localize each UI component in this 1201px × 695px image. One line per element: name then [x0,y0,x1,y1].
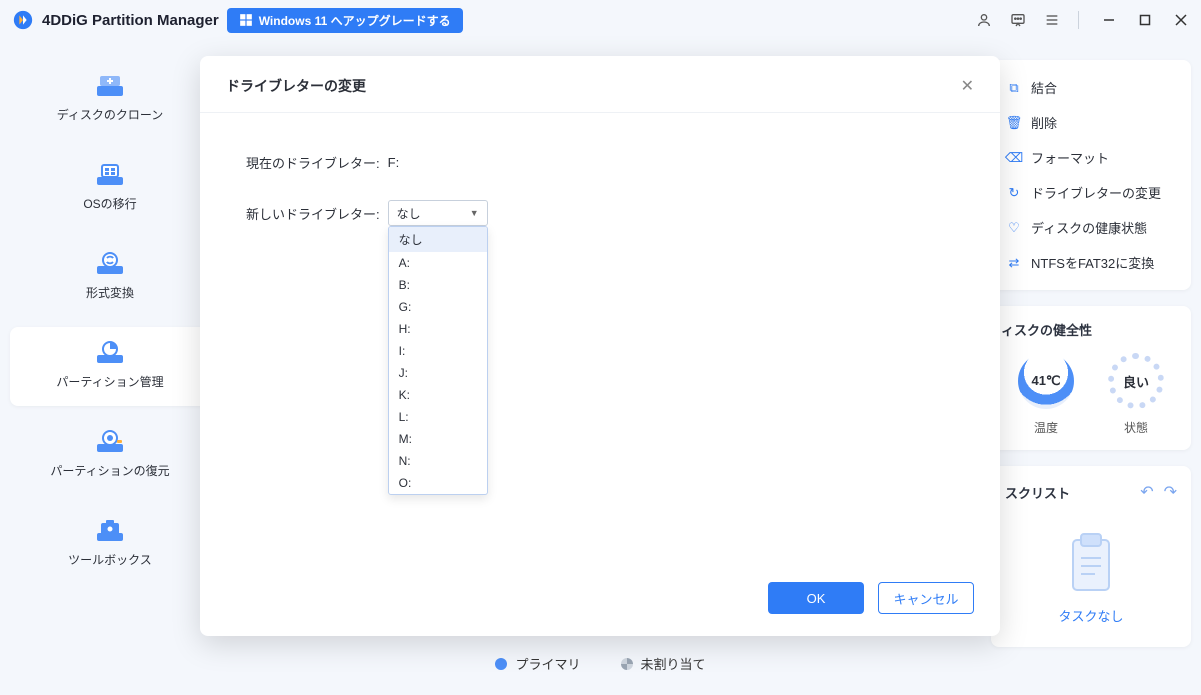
change-drive-letter-dialog: ドライブレターの変更 ✕ 現在のドライブレター: F: 新しいドライブレター: … [200,56,1000,636]
dropdown-option[interactable]: J: [389,362,487,384]
dialog-title: ドライブレターの変更 [226,76,961,96]
dropdown-option[interactable]: B: [389,274,487,296]
dropdown-option[interactable]: I: [389,340,487,362]
cancel-button[interactable]: キャンセル [878,582,974,614]
select-value: なし [397,205,421,222]
dropdown-option[interactable]: G: [389,296,487,318]
dropdown-option[interactable]: M: [389,428,487,450]
dropdown-option[interactable]: A: [389,252,487,274]
chevron-down-icon: ▼ [470,208,479,218]
drive-letter-dropdown: なし A: B: G: H: I: J: K: L: M: N: O: [388,226,488,495]
dropdown-option[interactable]: O: [389,472,487,494]
ok-button[interactable]: OK [768,582,864,614]
new-drive-label: 新しいドライブレター: [246,204,380,223]
dropdown-option[interactable]: なし [389,227,487,252]
dropdown-option[interactable]: K: [389,384,487,406]
drive-letter-select[interactable]: なし ▼ [388,200,488,226]
current-drive-label: 現在のドライブレター: [246,153,380,172]
current-drive-value: F: [388,155,400,170]
dropdown-option[interactable]: L: [389,406,487,428]
dialog-close-button[interactable]: ✕ [961,76,974,96]
dropdown-option[interactable]: N: [389,450,487,472]
dropdown-option[interactable]: H: [389,318,487,340]
current-drive-row: 現在のドライブレター: F: [246,153,954,172]
